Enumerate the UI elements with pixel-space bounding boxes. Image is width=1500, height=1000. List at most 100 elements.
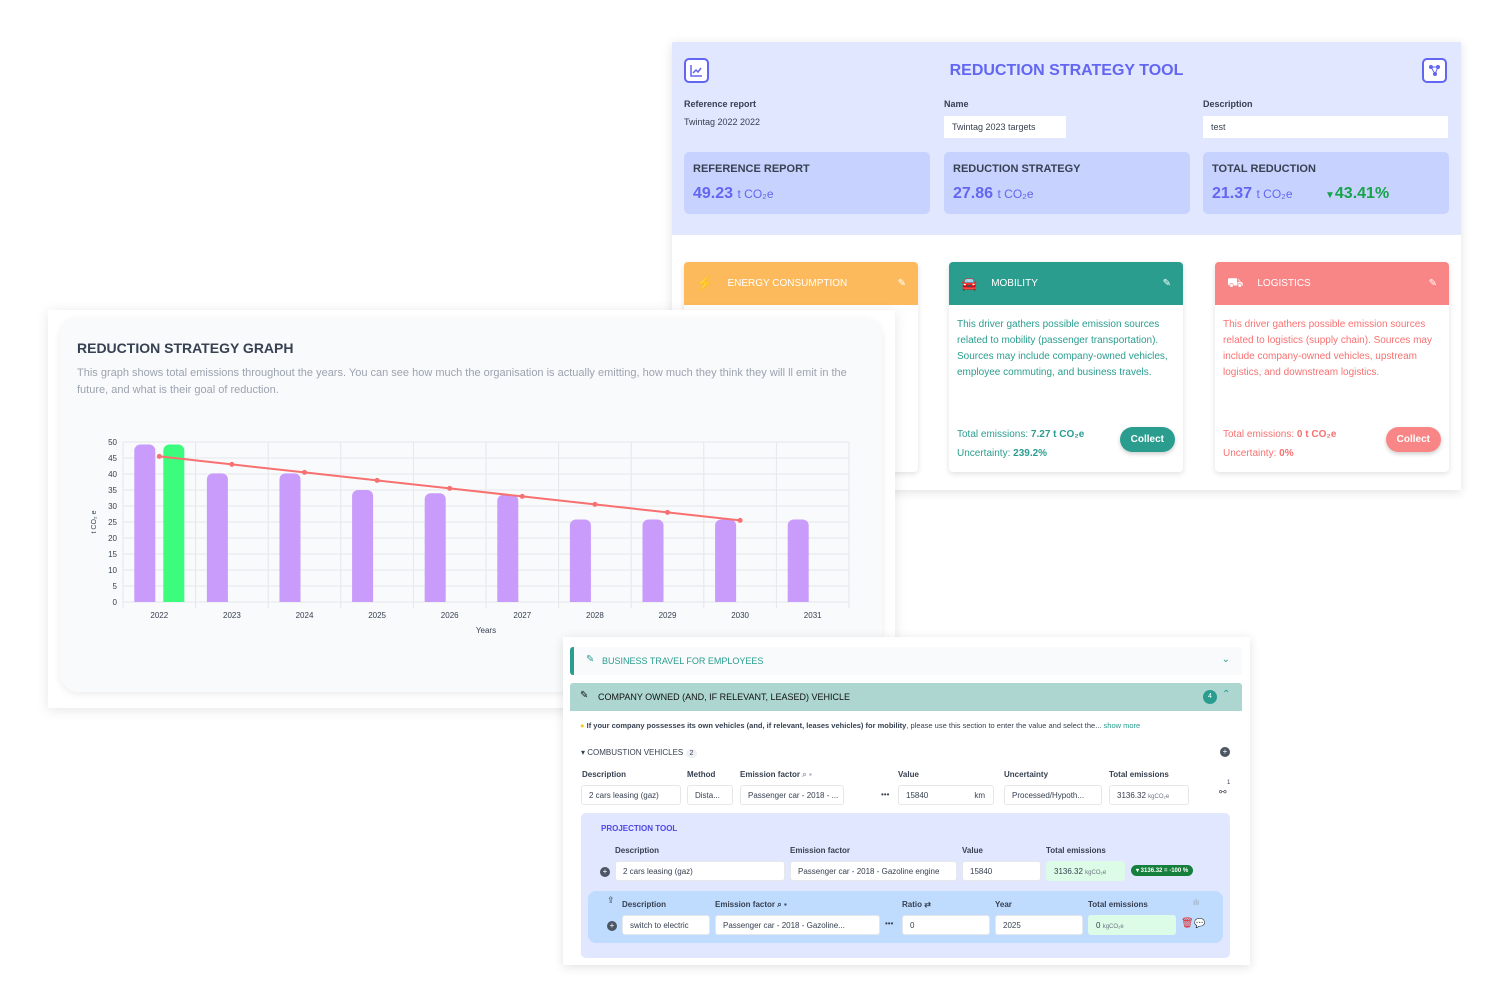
reduction-chart: 051015202530354045502022 2023 2024 2025 2026… — [91, 438, 850, 635]
name-input[interactable]: Twintag 2023 targets — [944, 116, 1066, 138]
add-circle-icon[interactable]: + — [1220, 747, 1230, 757]
column-header: Value — [898, 770, 919, 779]
projection-description-input[interactable]: 2 cars leasing (gaz) — [615, 861, 785, 881]
column-header: Emission factor ⌕ ▪ — [715, 900, 787, 909]
column-header: Description — [582, 770, 627, 779]
reduction-percent: ▼43.41% — [1325, 185, 1390, 202]
scenario-factor-select[interactable]: Passenger car - 2018 - Gazoline... — [715, 915, 880, 935]
comment-icon[interactable]: 💬 — [1194, 918, 1205, 929]
bolt-icon: ⚡ — [696, 275, 714, 291]
reference-report-label: Reference report — [684, 99, 757, 109]
pencil-icon[interactable]: ✎ — [1163, 278, 1171, 289]
stat-label: REDUCTION STRATEGY — [953, 163, 1081, 175]
column-header: Value — [962, 846, 983, 855]
folder-icon: ▪ — [783, 900, 787, 909]
y-tick-label: 0 — [113, 598, 118, 607]
bar-base — [206, 596, 228, 602]
target-point — [374, 477, 380, 483]
x-tick-label: 2027 — [513, 611, 531, 620]
emission-entry-panel: ✎ BUSINESS TRAVEL FOR EMPLOYEES ⌄ ✎ COMP… — [563, 637, 1250, 965]
count-badge: 2 — [685, 749, 698, 758]
stat-label: REFERENCE REPORT — [693, 163, 810, 175]
bar-base — [787, 596, 809, 602]
column-header: Ratio ⇄ — [902, 900, 931, 909]
combustion-vehicles-group[interactable]: ▾ COMBUSTION VEHICLES 2 — [581, 748, 698, 758]
pencil-icon: ✎ — [586, 654, 595, 665]
driver-description: This driver gathers possible emission so… — [957, 319, 1168, 378]
target-point — [592, 501, 598, 507]
column-header: Description — [622, 900, 667, 909]
x-tick-label: 2026 — [441, 611, 459, 620]
driver-header: ⛟ LOGISTICS ✎ — [1215, 262, 1449, 305]
share-nodes-icon[interactable]: ⚯ — [1219, 787, 1227, 798]
column-header: Total emissions — [1109, 770, 1169, 779]
y-tick-label: 30 — [108, 502, 117, 511]
bar — [279, 473, 301, 602]
reference-report-value: Twintag 2022 2022 — [684, 117, 761, 127]
collect-button[interactable]: Collect — [1119, 427, 1175, 452]
projection-title: PROJECTION TOOL — [601, 824, 678, 833]
hint-text: ● If your company possesses its own vehi… — [580, 721, 1141, 730]
scenario-description-input[interactable]: switch to electric — [622, 915, 710, 935]
more-icon[interactable]: ••• — [885, 919, 893, 928]
x-tick-label: 2031 — [804, 611, 822, 620]
bar — [715, 519, 737, 602]
reduction-badge: ▾ 3136.32 = -100 % — [1131, 865, 1194, 876]
bar — [206, 473, 228, 602]
section-company-vehicle[interactable]: ✎ COMPANY OWNED (AND, IF RELEVANT, LEASE… — [570, 683, 1242, 711]
pencil-icon[interactable]: ✎ — [898, 278, 906, 289]
chevron-down-icon[interactable]: ⌄ — [1222, 654, 1230, 665]
column-header: Year — [995, 900, 1012, 909]
target-point — [519, 493, 525, 499]
value-input[interactable]: 15840 km — [898, 785, 994, 805]
ratio-input[interactable]: 0 — [902, 915, 990, 935]
column-header: Emission factor — [790, 846, 851, 855]
bar-base — [642, 596, 664, 602]
description-input[interactable]: test — [1203, 116, 1448, 138]
method-select[interactable]: Dista... — [687, 785, 733, 805]
add-circle-icon[interactable]: + — [600, 867, 610, 877]
dolly-icon: ⛟ — [1227, 274, 1244, 290]
year-input[interactable]: 2025 — [995, 915, 1083, 935]
driver-title: LOGISTICS — [1257, 278, 1311, 289]
x-tick-label: 2025 — [368, 611, 386, 620]
caret-down-icon: ▼ — [1325, 190, 1335, 201]
show-more-link[interactable]: show more — [1104, 721, 1141, 730]
trash-icon[interactable]: 🗑 — [1181, 918, 1194, 929]
section-title: BUSINESS TRAVEL FOR EMPLOYEES — [602, 656, 764, 666]
bar — [642, 519, 664, 602]
y-axis-label: t CO₂ e — [91, 510, 98, 533]
driver-totals: Total emissions: 0 t CO₂e Uncertainty: 0% — [1223, 429, 1337, 459]
bar — [352, 490, 374, 602]
bar — [163, 444, 185, 602]
column-header: Method — [687, 770, 716, 779]
bar — [787, 519, 809, 602]
total-emissions-field: 3136.32 kgCO₂e — [1109, 785, 1189, 805]
y-tick-label: 50 — [108, 438, 117, 447]
section-business-travel[interactable]: ✎ BUSINESS TRAVEL FOR EMPLOYEES ⌄ — [570, 647, 1242, 675]
driver-title: MOBILITY — [991, 278, 1038, 289]
stat-reduction-strategy: REDUCTION STRATEGY 27.86 t CO₂e — [944, 152, 1190, 214]
name-label: Name — [944, 99, 969, 109]
projection-factor-field[interactable]: Passenger car - 2018 - Gazoline engine — [790, 861, 957, 881]
add-circle-icon[interactable]: + — [607, 921, 617, 931]
stat-value: 27.86 t CO₂e — [953, 185, 1034, 202]
share-nodes-icon[interactable] — [1422, 58, 1447, 83]
column-header: Uncertainty — [1004, 770, 1049, 779]
bar-chart-icon[interactable]: ılı — [1193, 898, 1199, 907]
y-tick-label: 40 — [108, 470, 117, 479]
more-icon[interactable]: ••• — [881, 790, 889, 799]
chevron-up-icon[interactable]: ⌃ — [1222, 689, 1230, 700]
description-input[interactable]: 2 cars leasing (gaz) — [581, 785, 681, 805]
column-header: Total emissions — [1088, 900, 1148, 909]
upload-icon[interactable]: ⇪ — [607, 895, 615, 906]
pencil-icon[interactable]: ✎ — [1429, 278, 1437, 289]
projection-value-input[interactable]: 15840 — [962, 861, 1041, 881]
car-icon: 🚘 — [961, 275, 978, 291]
uncertainty-select[interactable]: Processed/Hypoth... — [1004, 785, 1102, 805]
bar — [424, 493, 446, 602]
collect-button[interactable]: Collect — [1385, 427, 1441, 452]
emission-factor-select[interactable]: Passenger car - 2018 - ... — [740, 785, 844, 805]
y-tick-label: 5 — [113, 582, 118, 591]
bar-base — [352, 596, 374, 602]
